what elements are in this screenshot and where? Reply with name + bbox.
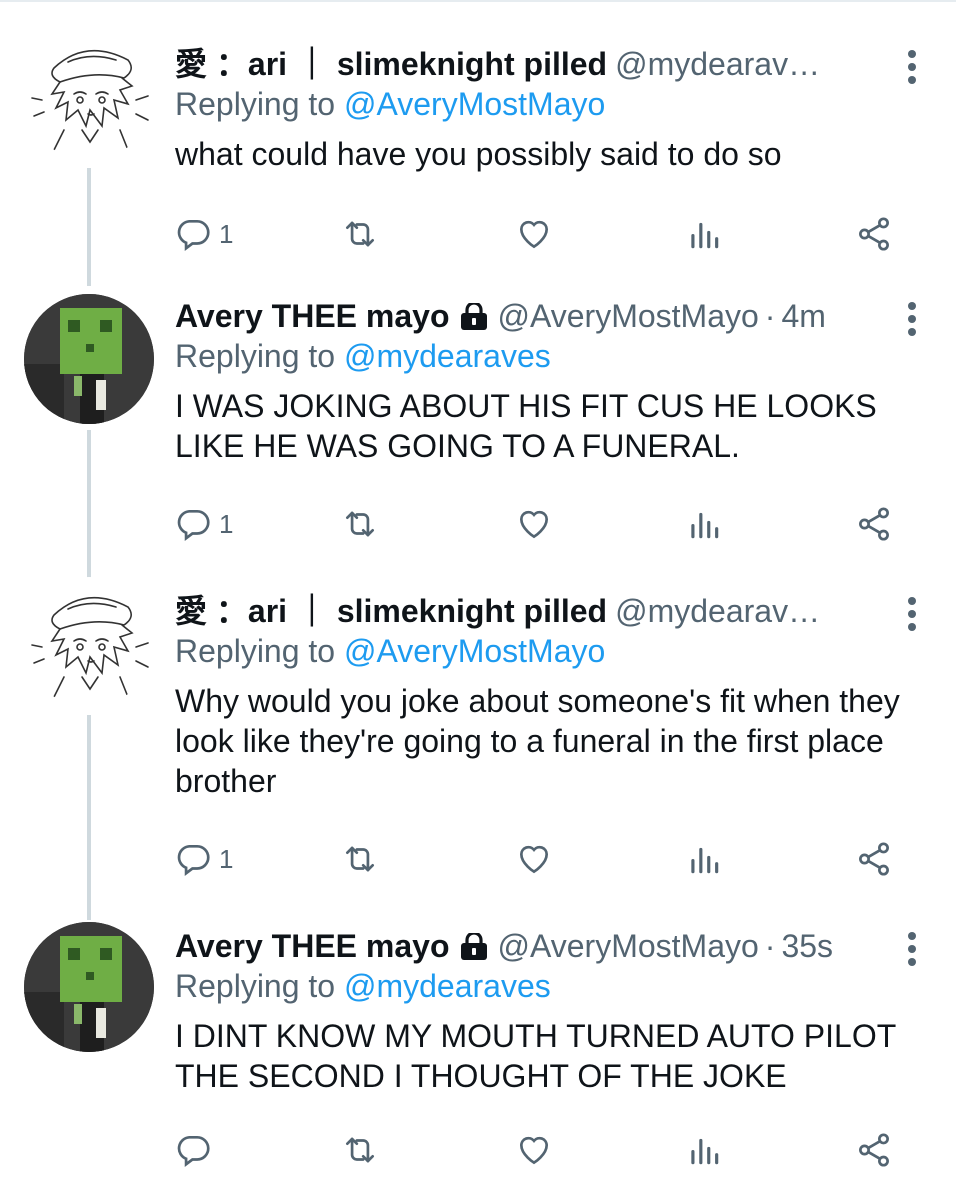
reply-icon (177, 1135, 210, 1167)
tweet-header: 愛 ：ari ｜ slimeknight pilled @mydearav… (175, 44, 926, 84)
reply-button[interactable]: 1 (175, 502, 233, 546)
author-name[interactable]: 愛 ：ari ｜ slimeknight pilled (175, 44, 607, 84)
views-button[interactable] (685, 1128, 723, 1172)
author-handle[interactable]: @mydearav… (615, 591, 820, 631)
reply-count: 1 (219, 508, 234, 539)
like-button[interactable] (515, 212, 553, 256)
heart-icon (519, 510, 549, 539)
tweet-header: Avery THEE mayo @AveryMostMayo · 4m (175, 296, 926, 336)
heart-icon (519, 1136, 549, 1165)
anime-sketch-avatar-icon (31, 49, 149, 151)
share-icon (859, 217, 889, 251)
reply-button[interactable] (175, 1128, 219, 1172)
author-handle[interactable]: @mydearav… (615, 44, 820, 84)
views-icon (691, 222, 719, 249)
tweet-text: what could have you possibly said to do … (175, 136, 782, 172)
reply-count: 1 (219, 843, 234, 874)
tweet-actions: 1 (175, 212, 915, 256)
like-button[interactable] (515, 502, 553, 546)
tweet-actions: 1 (175, 837, 915, 881)
anime-sketch-avatar-icon (31, 596, 149, 698)
share-icon (859, 1133, 889, 1167)
share-button[interactable] (855, 837, 893, 881)
lock-icon (459, 300, 489, 330)
author-name[interactable]: Avery THEE mayo (175, 296, 449, 336)
tweet-header: 愛 ：ari ｜ slimeknight pilled @mydearav… (175, 591, 926, 631)
reply-button[interactable]: 1 (175, 212, 233, 256)
views-icon (691, 847, 719, 874)
like-button[interactable] (515, 837, 553, 881)
retweet-button[interactable] (341, 502, 379, 546)
tweet-text: Why would you joke about someone's fit w… (175, 683, 900, 799)
reply-button[interactable]: 1 (175, 837, 233, 881)
replying-to-label: Replying to (175, 338, 336, 374)
tweet-actions (175, 1128, 915, 1172)
more-vertical-icon[interactable] (908, 932, 916, 971)
more-vertical-icon[interactable] (908, 50, 916, 89)
replying-to: Replying to @mydearaves (175, 336, 926, 376)
slime-avatar-icon (24, 922, 154, 1052)
share-icon (859, 507, 889, 541)
retweet-button[interactable] (341, 212, 379, 256)
views-icon (691, 512, 719, 539)
reply-count: 1 (219, 218, 234, 249)
author-handle[interactable]: @AveryMostMayo (497, 926, 758, 966)
thread-line (87, 430, 91, 584)
retweet-icon (345, 1137, 375, 1163)
retweet-button[interactable] (341, 1128, 379, 1172)
tweet-text: I DINT KNOW MY MOUTH TURNED AUTO PILOT T… (175, 1018, 896, 1094)
more-vertical-icon[interactable] (908, 597, 916, 636)
reply-icon (177, 219, 210, 251)
timestamp[interactable]: 4m (781, 296, 825, 336)
replying-to: Replying to @AveryMostMayo (175, 631, 926, 671)
separator-dot: · (764, 298, 776, 334)
views-icon (691, 1138, 719, 1165)
heart-icon (519, 220, 549, 249)
author-handle[interactable]: @AveryMostMayo (497, 296, 758, 336)
replying-to: Replying to @AveryMostMayo (175, 84, 926, 124)
reply-icon (177, 509, 210, 541)
reply-icon (177, 844, 210, 876)
views-button[interactable] (685, 837, 723, 881)
author-name[interactable]: 愛 ：ari ｜ slimeknight pilled (175, 591, 607, 631)
retweet-icon (345, 511, 375, 537)
lock-icon (459, 930, 489, 960)
reply-mention-link[interactable]: @AveryMostMayo (344, 86, 605, 122)
timestamp[interactable]: 35s (781, 926, 833, 966)
retweet-icon (345, 846, 375, 872)
separator-dot: · (764, 928, 776, 964)
share-button[interactable] (855, 1128, 893, 1172)
avatar[interactable] (24, 922, 154, 1052)
reply-mention-link[interactable]: @mydearaves (344, 338, 551, 374)
replying-to-label: Replying to (175, 633, 336, 669)
author-name[interactable]: Avery THEE mayo (175, 926, 449, 966)
thread-line (87, 715, 91, 920)
top-divider (0, 0, 956, 2)
tweet-text: I WAS JOKING ABOUT HIS FIT CUS HE LOOKS … (175, 388, 877, 464)
replying-to: Replying to @mydearaves (175, 966, 926, 1006)
replying-to-label: Replying to (175, 968, 336, 1004)
more-vertical-icon[interactable] (908, 302, 916, 341)
avatar[interactable] (24, 577, 154, 707)
tweet-actions: 1 (175, 502, 915, 546)
reply-mention-link[interactable]: @AveryMostMayo (344, 633, 605, 669)
share-icon (859, 842, 889, 876)
like-button[interactable] (515, 1128, 553, 1172)
share-button[interactable] (855, 212, 893, 256)
views-button[interactable] (685, 502, 723, 546)
slime-avatar-icon (24, 294, 154, 424)
avatar[interactable] (24, 30, 154, 160)
thread-line (87, 168, 91, 286)
avatar[interactable] (24, 294, 154, 424)
views-button[interactable] (685, 212, 723, 256)
tweet-header: Avery THEE mayo @AveryMostMayo · 35s (175, 926, 926, 966)
replying-to-label: Replying to (175, 86, 336, 122)
share-button[interactable] (855, 502, 893, 546)
heart-icon (519, 845, 549, 874)
retweet-icon (345, 221, 375, 247)
retweet-button[interactable] (341, 837, 379, 881)
reply-mention-link[interactable]: @mydearaves (344, 968, 551, 1004)
